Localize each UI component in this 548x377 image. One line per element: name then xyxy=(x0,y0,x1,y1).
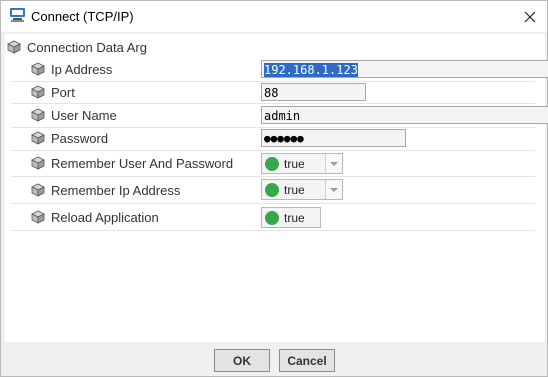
close-icon xyxy=(524,11,536,22)
remember-ip-address-dropdown[interactable]: true xyxy=(261,179,343,200)
window-title: Connect (TCP/IP) xyxy=(31,9,134,24)
row-ip-address: Ip Address 192.168.1.123 xyxy=(11,58,548,82)
title-bar: Connect (TCP/IP) xyxy=(1,1,547,32)
connect-dialog: Connect (TCP/IP) Connection Data Arg Ip … xyxy=(0,0,548,377)
app-icon xyxy=(10,8,25,22)
cube-icon xyxy=(31,156,45,170)
property-sheet: Connection Data Arg Ip Address 192.168.1… xyxy=(5,34,548,342)
reload-application-label: Reload Application xyxy=(51,210,159,225)
port-label: Port xyxy=(51,85,75,100)
group-label: Connection Data Arg xyxy=(27,40,147,55)
chevron-down-icon[interactable] xyxy=(325,154,342,173)
port-input[interactable]: 88 xyxy=(261,83,366,101)
row-remember-user-and-password: Remember User And Password true xyxy=(11,150,535,177)
cancel-button[interactable]: Cancel xyxy=(279,349,335,372)
cube-icon xyxy=(31,131,45,145)
password-label: Password xyxy=(51,131,109,146)
row-user-name: User Name admin xyxy=(11,103,548,128)
cube-icon xyxy=(31,62,45,76)
password-input[interactable]: ●●●●●● xyxy=(261,129,406,147)
status-dot-icon xyxy=(265,183,279,197)
ok-button[interactable]: OK xyxy=(214,349,270,372)
cube-icon xyxy=(7,40,21,54)
cube-icon xyxy=(31,108,45,122)
remember-user-and-password-dropdown[interactable]: true xyxy=(261,153,343,174)
remember-ip-address-label: Remember Ip Address xyxy=(51,183,181,198)
chevron-down-icon[interactable] xyxy=(325,180,342,199)
close-button[interactable] xyxy=(513,1,547,32)
reload-application-toggle[interactable]: true xyxy=(261,207,321,228)
row-port: Port 88 xyxy=(11,81,535,104)
user-name-input[interactable]: admin xyxy=(261,106,548,124)
ip-address-value: 192.168.1.123 xyxy=(264,63,358,77)
remember-ip-address-value: true xyxy=(284,183,305,197)
remember-user-and-password-label: Remember User And Password xyxy=(51,156,234,171)
cube-icon xyxy=(31,183,45,197)
reload-application-value: true xyxy=(284,211,305,225)
cube-icon xyxy=(31,85,45,99)
row-remember-ip-address: Remember Ip Address true xyxy=(11,176,535,204)
row-reload-application: Reload Application true xyxy=(11,203,535,231)
status-dot-icon xyxy=(265,157,279,171)
user-name-label: User Name xyxy=(51,108,117,123)
status-dot-icon xyxy=(265,211,279,225)
ip-address-input[interactable]: 192.168.1.123 xyxy=(261,60,548,78)
row-password: Password ●●●●●● xyxy=(11,127,535,151)
remember-user-and-password-value: true xyxy=(284,157,305,171)
ip-address-label: Ip Address xyxy=(51,62,113,77)
cube-icon xyxy=(31,210,45,224)
